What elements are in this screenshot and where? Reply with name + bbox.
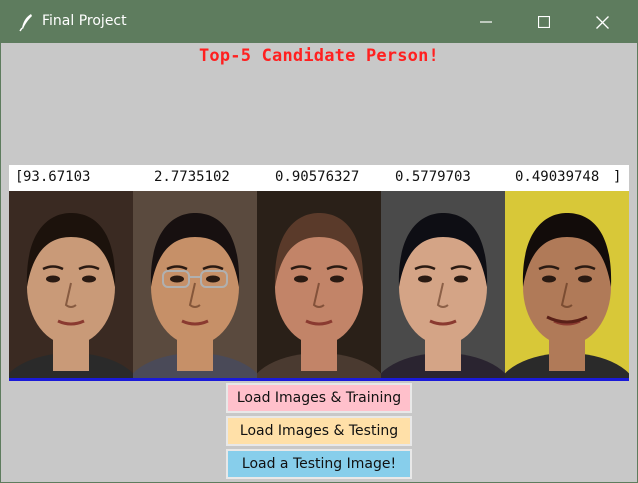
score-5: 0.49039748 [515,169,600,185]
score-close-bracket: ] [613,169,622,185]
score-4: 0.5779703 [395,169,471,185]
similarity-scores: [ 93.67103 2.7735102 0.90576327 0.577970… [9,165,629,191]
result-heading: Top-5 Candidate Person! [198,46,439,66]
score-2: 2.7735102 [154,169,230,185]
load-images-training-button[interactable]: Load Images & Training [226,383,412,413]
face-3-image [257,191,381,378]
minimize-icon [480,21,492,23]
maximize-icon [538,16,550,28]
face-5-image [505,191,629,378]
app-window: Final Project Top-5 Candidate Person! [ … [0,0,638,483]
feather-icon [19,14,32,32]
title-bar[interactable]: Final Project [1,1,637,43]
face-1-image [9,191,133,378]
load-testing-image-button[interactable]: Load a Testing Image! [226,449,412,479]
close-button[interactable] [573,1,631,43]
close-icon [595,15,609,29]
score-1: 93.67103 [23,169,91,185]
score-3: 0.90576327 [275,169,360,185]
candidate-faces [9,191,629,381]
window-title: Final Project [42,13,127,29]
face-2-image [133,191,257,378]
face-4-image [381,191,505,378]
maximize-button[interactable] [515,1,573,43]
minimize-button[interactable] [457,1,515,43]
load-images-testing-button[interactable]: Load Images & Testing [226,416,412,446]
